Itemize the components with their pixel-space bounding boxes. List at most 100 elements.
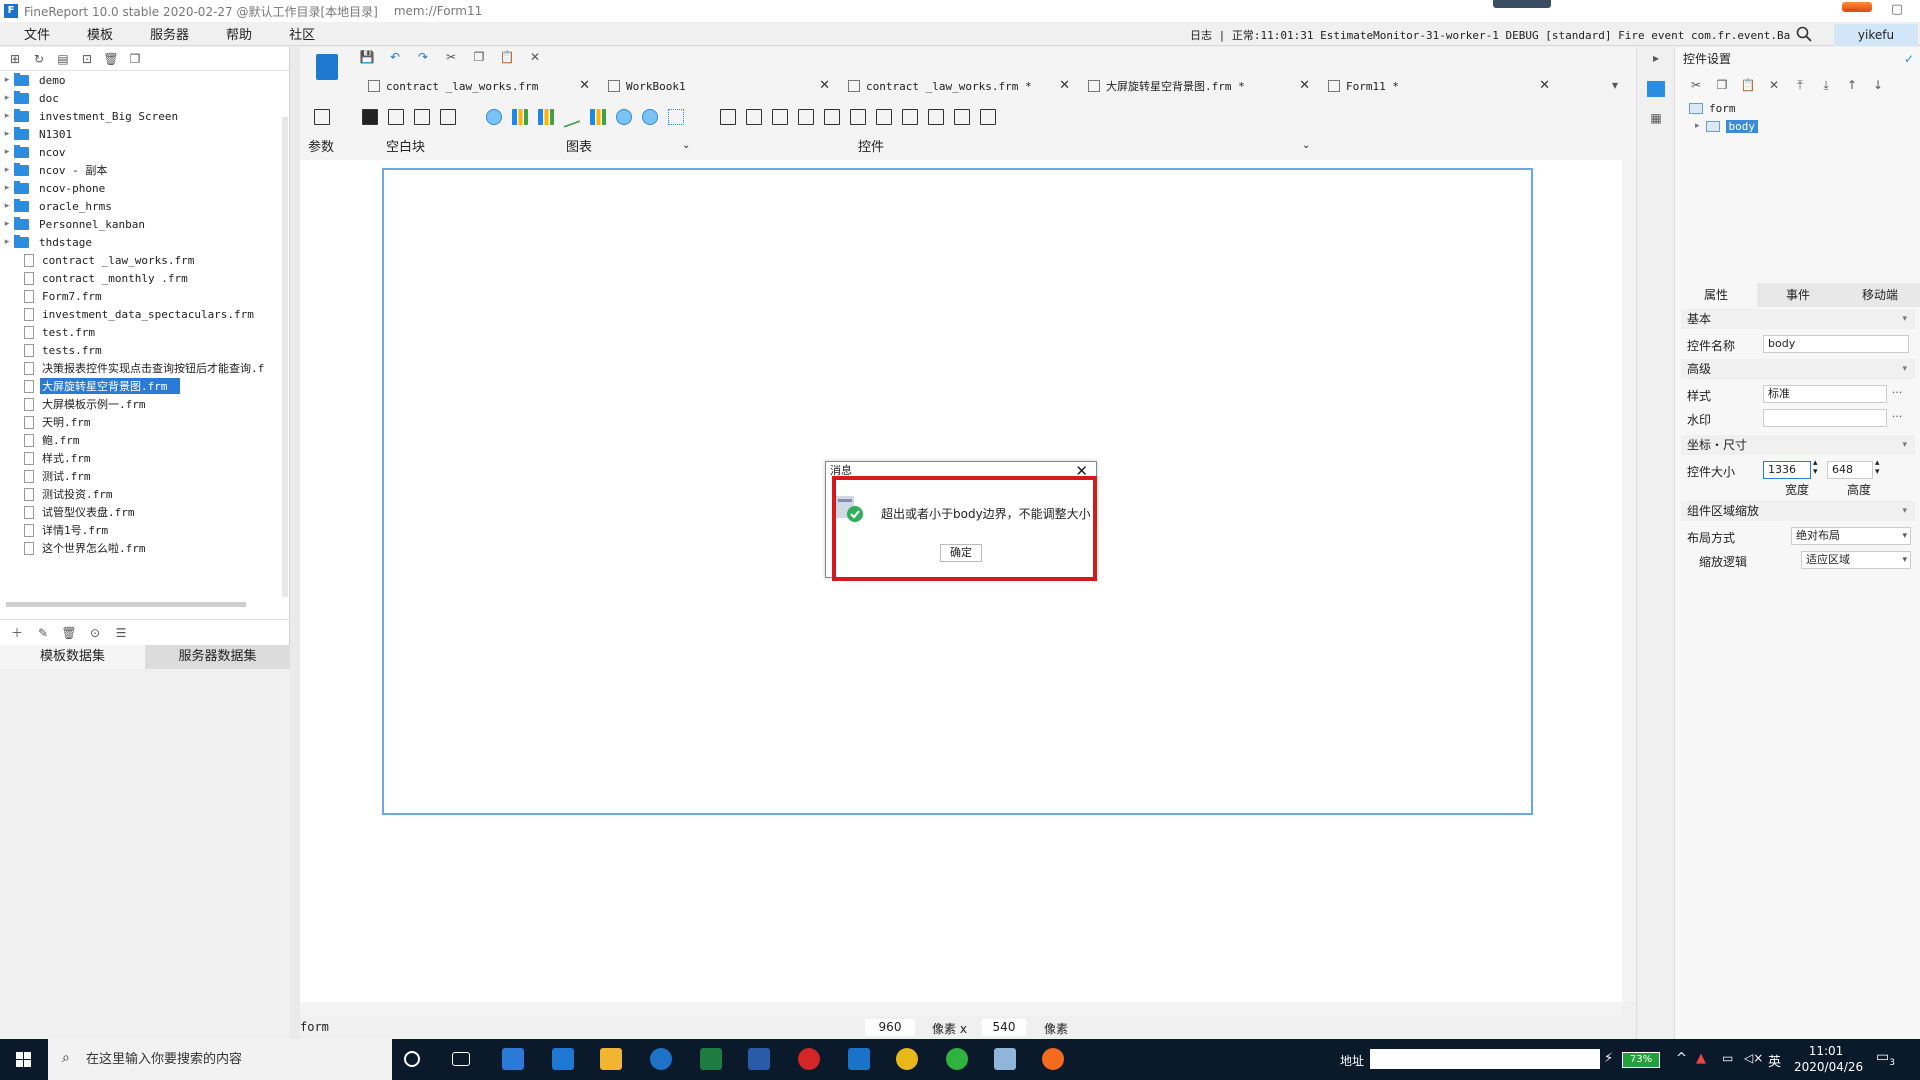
task-view-icon[interactable] — [452, 1052, 470, 1066]
height-input[interactable]: 648 — [1827, 461, 1873, 479]
delete-icon[interactable]: ✕ — [528, 50, 542, 64]
tree-file[interactable]: contract _monthly .frm — [0, 269, 289, 287]
chrome-icon[interactable] — [896, 1048, 918, 1070]
width-input[interactable]: 1336 — [1763, 461, 1811, 479]
windows-start-icon[interactable] — [0, 1039, 48, 1080]
tree-scrollbar[interactable] — [282, 117, 288, 597]
component-library-icon[interactable]: ▦ — [1649, 111, 1663, 125]
copy-icon[interactable]: ❐ — [472, 50, 486, 64]
menu-server[interactable]: 服务器 — [126, 24, 202, 43]
clock[interactable]: 11:01 2020/04/26 — [1794, 1043, 1863, 1075]
refresh-icon[interactable]: ↻ — [32, 52, 46, 66]
tree-file[interactable]: test.frm — [0, 323, 289, 341]
menu-community[interactable]: 社区 — [265, 24, 328, 43]
canvas-horizontal-scrollbar[interactable] — [300, 1002, 1622, 1016]
document-tab[interactable]: contract _law_works.frm ✕ — [360, 74, 600, 98]
save-icon[interactable]: 💾 — [360, 50, 375, 64]
file-explorer-icon[interactable] — [600, 1048, 622, 1070]
undo-icon[interactable]: ↶ — [388, 50, 402, 64]
copy-icon[interactable]: ❐ — [1715, 78, 1729, 92]
excel-icon[interactable] — [700, 1048, 722, 1070]
add-dataset-icon[interactable]: ＋ — [10, 626, 24, 640]
scatter-chart-icon[interactable] — [668, 109, 684, 125]
blank-block-icon[interactable] — [362, 109, 378, 125]
textbox-widget-icon[interactable] — [772, 109, 788, 125]
address-input[interactable] — [1370, 1049, 1600, 1069]
layout-select[interactable]: 绝对布局 ▾ — [1791, 527, 1911, 545]
button-widget-icon[interactable] — [746, 109, 762, 125]
ime-indicator[interactable]: 英 — [1768, 1051, 1781, 1070]
lock-icon[interactable]: ⊡ — [80, 52, 94, 66]
taskbar-search-input[interactable]: 在这里输入你要搜索的内容 — [48, 1039, 392, 1080]
user-button[interactable]: yikefu — [1834, 24, 1918, 46]
canvas-height-input[interactable]: 540 — [982, 1019, 1026, 1036]
expand-icon[interactable]: ▸ — [1695, 121, 1700, 131]
tab-block-icon[interactable] — [414, 109, 430, 125]
tree-folder[interactable]: ▸ investment_Big Screen — [0, 107, 289, 125]
notification-icon[interactable]: ▭3 — [1876, 1049, 1895, 1068]
grid-widget-icon[interactable] — [850, 109, 866, 125]
browse-icon[interactable]: ▤ — [56, 52, 70, 66]
tree-folder[interactable]: ▸ ncov — [0, 143, 289, 161]
new-folder-icon[interactable]: ⊞ — [8, 52, 22, 66]
watermark-input[interactable] — [1763, 409, 1887, 427]
tree-file[interactable]: 鲍.frm — [0, 431, 289, 449]
menu-file[interactable]: 文件 — [0, 24, 63, 43]
copy-icon[interactable]: ❐ — [128, 52, 142, 66]
tree-folder[interactable]: ▸ Personnel_kanban — [0, 215, 289, 233]
menu-help[interactable]: 帮助 — [202, 24, 265, 43]
battery-tray-icon[interactable]: ▭ — [1722, 1051, 1733, 1065]
canvas-width-input[interactable]: 960 — [865, 1019, 915, 1036]
tree-file[interactable]: 测试投资.frm — [0, 485, 289, 503]
finereport-icon[interactable] — [848, 1048, 870, 1070]
tree-file[interactable]: 决策报表控件实现点击查询按钮后才能查询.f — [0, 359, 289, 377]
tabs-menu-icon[interactable]: ▾ — [1608, 78, 1622, 92]
style-input[interactable]: 标准 — [1763, 385, 1887, 403]
pin-icon[interactable]: ✓ — [1904, 47, 1914, 71]
collapse-right-icon[interactable]: ▸ — [1649, 51, 1663, 65]
line-chart-icon[interactable] — [564, 106, 580, 128]
tree-file[interactable]: 测试.frm — [0, 467, 289, 485]
tree-file[interactable]: 试管型仪表盘.frm — [0, 503, 289, 521]
delete-icon[interactable]: ✕ — [1767, 78, 1781, 92]
delete-dataset-icon[interactable]: 🗑 — [61, 626, 76, 640]
tree-file[interactable]: 样式.frm — [0, 449, 289, 467]
checkbox-widget-icon[interactable] — [954, 109, 970, 125]
number-widget-icon[interactable] — [876, 109, 892, 125]
absolute-block-icon[interactable] — [440, 109, 456, 125]
date-widget-icon[interactable] — [824, 109, 840, 125]
panel-splitter[interactable] — [290, 47, 300, 1039]
style-more-button[interactable]: ··· — [1889, 385, 1905, 403]
power-icon[interactable]: ⚡ — [1604, 1051, 1613, 1066]
wechat-icon[interactable] — [946, 1048, 968, 1070]
netease-music-icon[interactable] — [798, 1048, 820, 1070]
move-down-icon[interactable]: ↓ — [1871, 78, 1885, 92]
tree-folder[interactable]: ▸ thdstage — [0, 233, 289, 251]
tree-folder[interactable]: ▸ N1301 — [0, 125, 289, 143]
document-tab[interactable]: 大屏旋转星空背景图.frm * ✕ — [1080, 74, 1320, 98]
tree-file[interactable]: 天明.frm — [0, 413, 289, 431]
tree-file[interactable]: contract _law_works.frm — [0, 251, 289, 269]
search-icon[interactable] — [1796, 26, 1812, 42]
scale-select[interactable]: 适应区域 ▾ — [1801, 551, 1911, 569]
expand-arrow-icon[interactable]: ▸ — [0, 219, 14, 229]
tree-horizontal-scrollbar[interactable] — [6, 602, 246, 607]
tree-node-body[interactable]: ▸ body — [1689, 117, 1920, 135]
document-tab[interactable]: contract _law_works.frm * ✕ — [840, 74, 1080, 98]
expand-arrow-icon[interactable]: ▸ — [0, 237, 14, 247]
dataset-settings-icon[interactable]: ☰ — [114, 626, 128, 640]
textarea-widget-icon[interactable] — [902, 109, 918, 125]
expand-arrow-icon[interactable]: ▸ — [0, 75, 14, 85]
move-top-icon[interactable]: ⤒ — [1793, 78, 1807, 92]
close-tab-icon[interactable]: ✕ — [1539, 78, 1550, 93]
width-spinner-icon[interactable]: ▴ ▾ — [1813, 459, 1818, 477]
document-tab[interactable]: Form11 * ✕ — [1320, 74, 1560, 98]
minimize-button[interactable]: — — [1828, 0, 1874, 22]
tab-mobile[interactable]: 移动端 — [1839, 283, 1920, 307]
bar-chart-icon[interactable] — [512, 109, 528, 125]
section-zoom[interactable]: 组件区域缩放 ▾ — [1681, 501, 1915, 521]
expand-arrow-icon[interactable]: ▸ — [0, 111, 14, 121]
widget-expand-icon[interactable]: ⌄ — [1302, 140, 1310, 151]
tree-node-form[interactable]: form — [1689, 99, 1920, 117]
preview-icon[interactable]: ⊙ — [88, 626, 102, 640]
